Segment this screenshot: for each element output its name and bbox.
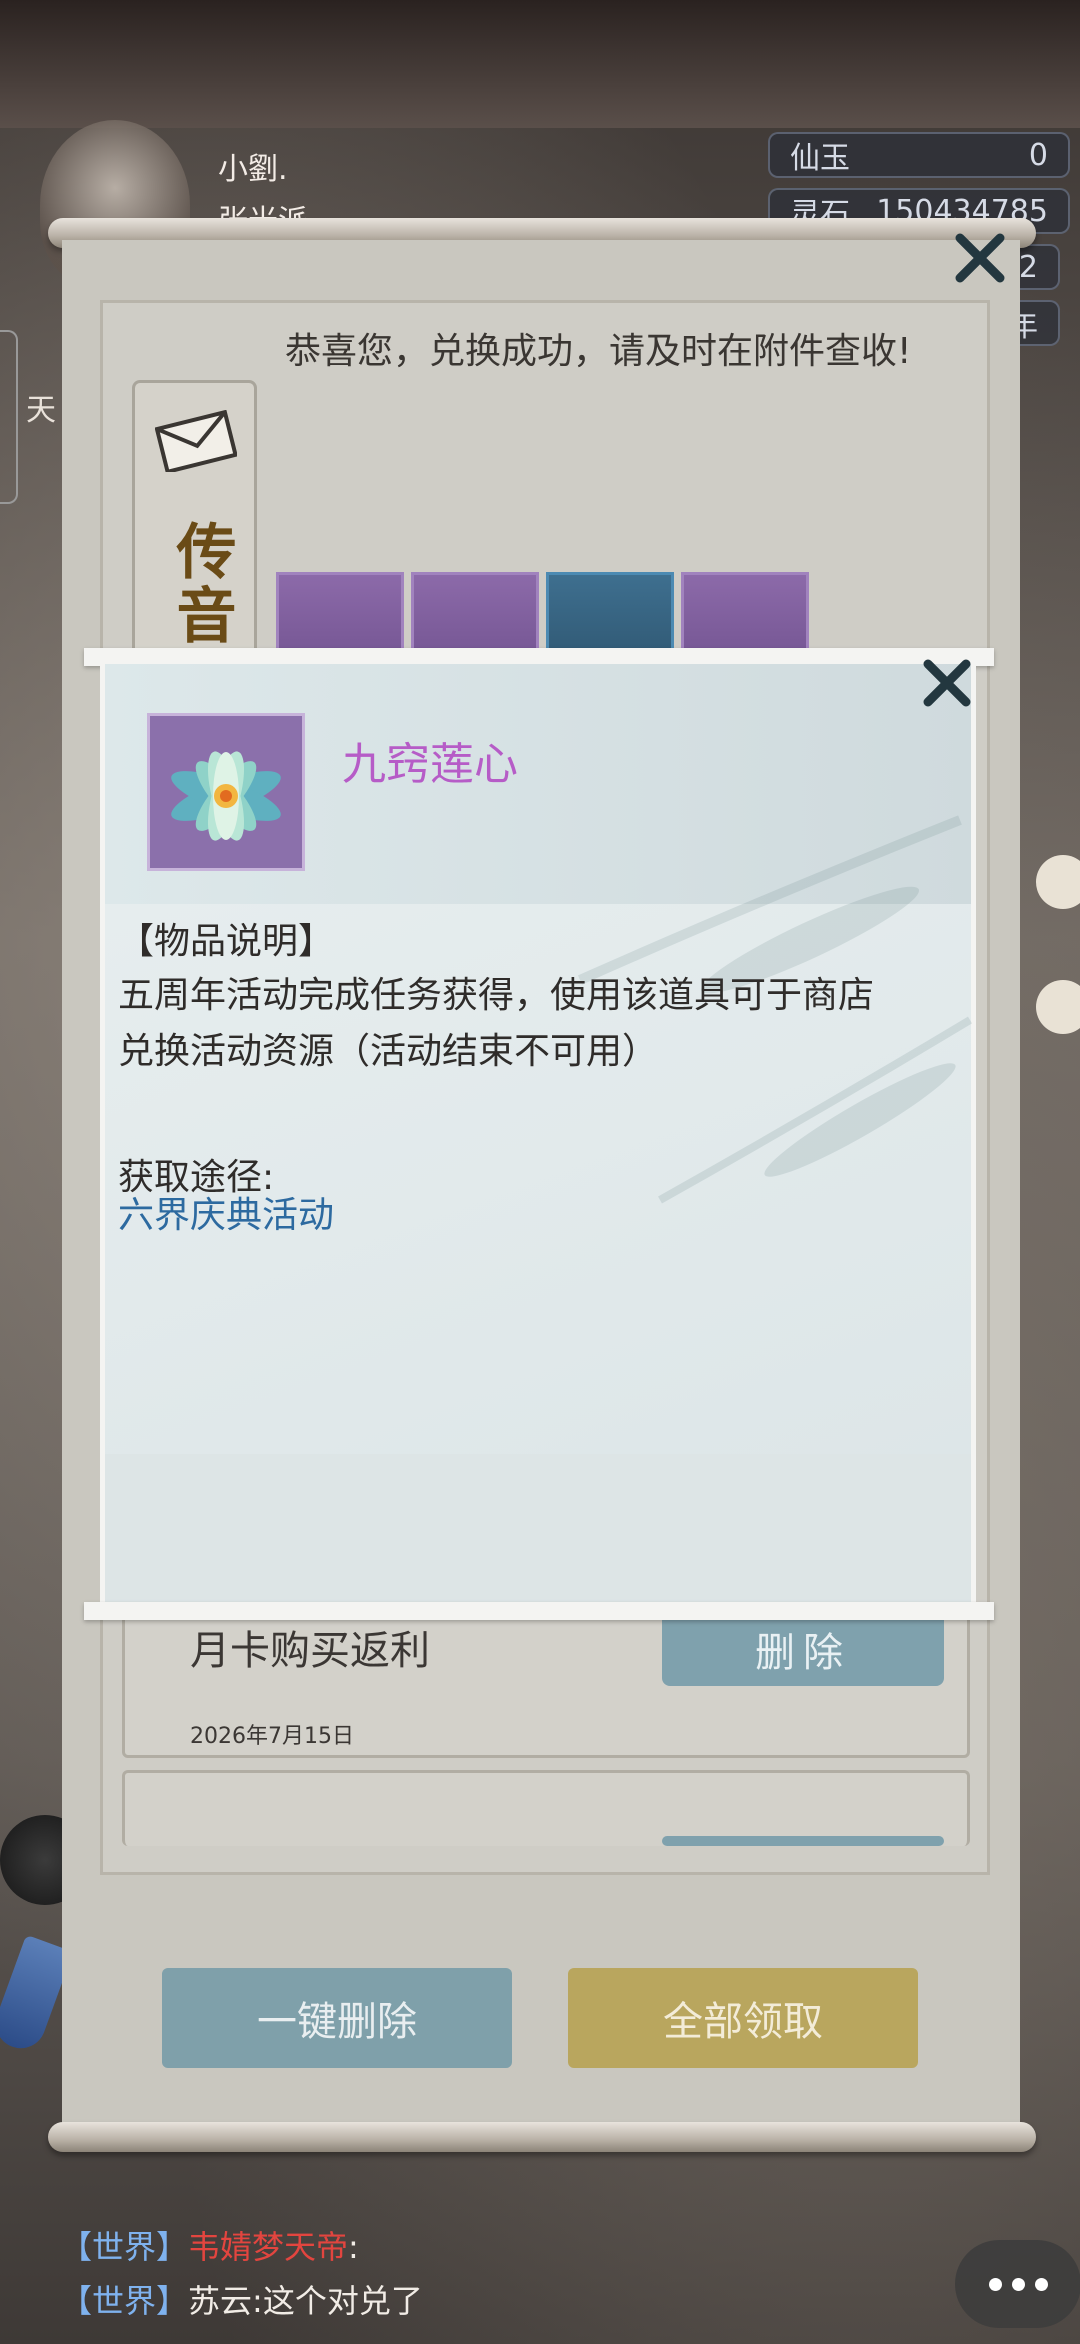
claim-all-button[interactable]: 全部领取	[568, 1968, 918, 2068]
chat-message[interactable]: 【世界】韦婧梦天帝:	[60, 2222, 359, 2268]
close-icon[interactable]	[950, 228, 1010, 288]
left-side-tab-label: 天	[26, 393, 56, 428]
resource-xianyu[interactable]: 仙玉 0	[768, 132, 1070, 178]
mail-list-item[interactable]	[122, 1770, 970, 1846]
scroll-rod-bottom	[48, 2122, 1036, 2152]
mail-item-delete-button-partial[interactable]	[662, 1836, 944, 1846]
dot	[988, 2277, 1002, 2291]
chat-text: 这个对兑了	[262, 2282, 423, 2320]
item-icon-slot	[147, 713, 305, 871]
item-desc-line-2: 兑换活动资源（活动结束不可用）	[118, 1031, 659, 1072]
chat-separator: :	[252, 2282, 263, 2320]
item-source-link[interactable]: 六界庆典活动	[118, 1186, 334, 1238]
chat-channel: 【世界】	[60, 2228, 189, 2266]
item-name: 九窍莲心	[342, 739, 518, 790]
chat-sender: 韦婧梦天帝	[188, 2228, 349, 2266]
item-desc-heading: 【物品说明】	[118, 921, 335, 962]
mail-item-title: 月卡购买返利	[190, 1628, 430, 1674]
lotus-icon	[171, 751, 281, 841]
chat-separator: :	[348, 2228, 359, 2266]
chat-channel: 【世界】	[60, 2282, 189, 2320]
mail-item-date: 2026年7月15日	[190, 1724, 354, 1749]
delete-all-button[interactable]: 一键删除	[162, 1968, 512, 2068]
dot	[1011, 2277, 1025, 2291]
mail-tab-label: 传音	[166, 520, 236, 648]
left-side-tab[interactable]	[0, 330, 18, 504]
chat-more-icon[interactable]	[955, 2240, 1080, 2328]
top-bar	[0, 0, 1080, 128]
chat-sender: 苏云	[188, 2282, 253, 2320]
item-description: 五周年活动完成任务获得，使用该道具可于商店 兑换活动资源（活动结束不可用）	[118, 968, 938, 1080]
dot	[1034, 2277, 1048, 2291]
popup-bottom-bar	[84, 1602, 994, 1620]
resource-value: 0	[1028, 137, 1048, 173]
player-name: 小劉.	[218, 152, 288, 187]
resource-label: 仙玉	[790, 141, 850, 176]
envelope-icon	[155, 410, 237, 472]
mail-notice: 恭喜您，兑换成功，请及时在附件查收!	[285, 331, 912, 372]
mail-item-delete-button[interactable]: 删除	[662, 1612, 944, 1686]
item-desc-line-1: 五周年活动完成任务获得，使用该道具可于商店	[118, 975, 875, 1016]
close-icon[interactable]	[916, 652, 978, 714]
chat-message[interactable]: 【世界】苏云:这个对兑了	[60, 2276, 423, 2322]
